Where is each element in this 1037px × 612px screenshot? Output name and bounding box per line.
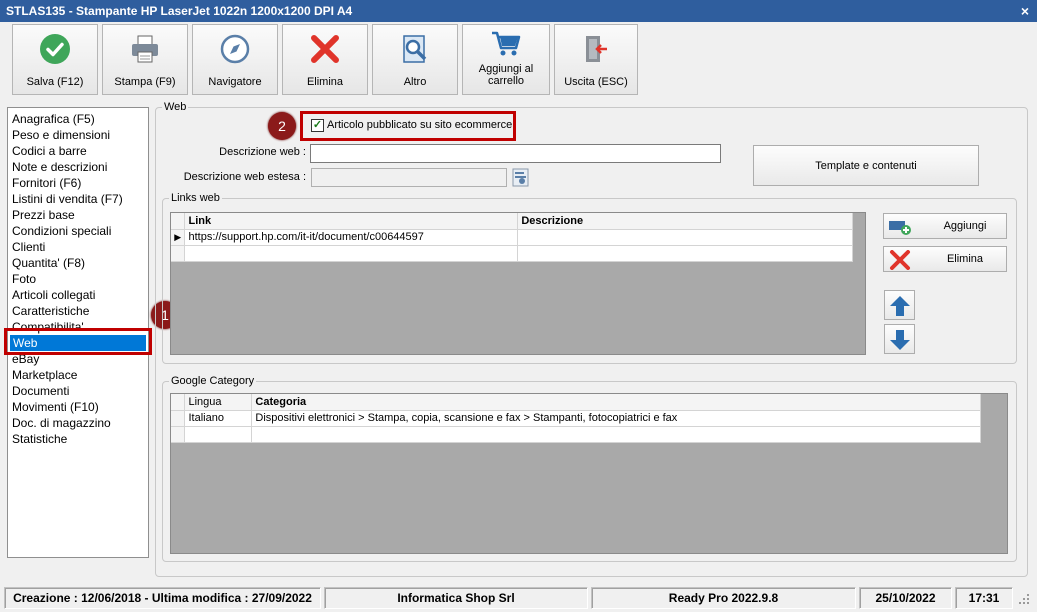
gc-col-categoria[interactable]: Categoria [251,394,981,411]
nav-item-condizioni[interactable]: Condizioni speciali [8,223,148,239]
status-company: Informatica Shop Srl [324,587,588,609]
edit-text-icon[interactable] [512,168,529,187]
save-label: Salva (F12) [26,76,84,88]
add-link-button[interactable]: Aggiungi [883,213,1007,239]
printer-icon [103,31,187,67]
web-group-title: Web [162,100,189,114]
google-category-grid: Lingua Categoria Italiano Dispositivi el… [170,393,1008,554]
exit-label: Uscita (ESC) [564,76,628,88]
nav-item-anagrafica[interactable]: Anagrafica (F5) [8,111,148,127]
print-label: Stampa (F9) [114,76,176,88]
window-title: STLAS135 - Stampante HP LaserJet 1022n 1… [6,4,353,18]
move-up-button[interactable] [884,290,915,320]
shopping-cart-icon [463,29,549,59]
more-label: Altro [403,76,427,88]
links-group-title: Links web [169,191,222,205]
toolbar: Salva (F12) Stampa (F9) Navigatore Elimi… [0,22,1037,98]
delete-button[interactable]: Elimina [282,24,368,95]
resize-grip-icon[interactable] [1017,592,1031,606]
gc-row-indicator [171,410,186,427]
nav-item-foto[interactable]: Foto [8,271,148,287]
nav-item-codici[interactable]: Codici a barre [8,143,148,159]
published-checkbox[interactable]: ✓ [311,119,324,132]
nav-item-fornitori[interactable]: Fornitori (F6) [8,175,148,191]
close-icon[interactable]: × [1021,0,1029,22]
nav-item-marketplace[interactable]: Marketplace [8,367,148,383]
status-date: 25/10/2022 [859,587,952,609]
current-row-arrow-icon: ▶ [171,229,186,246]
add-link-label: Aggiungi [943,220,987,232]
new-link-cell[interactable] [184,245,519,262]
nav-item-listini[interactable]: Listini di vendita (F7) [8,191,148,207]
step-badge-2: 2 [268,112,296,140]
descrizione-web-label: Descrizione web : [219,146,306,158]
x-delete-icon [889,250,911,273]
nav-item-prezzi[interactable]: Prezzi base [8,207,148,223]
nav-item-articoli-collegati[interactable]: Articoli collegati [8,287,148,303]
navigator-button[interactable]: Navigatore [192,24,278,95]
gc-row-indicator-new [171,426,186,443]
status-created: Creazione : 12/06/2018 - Ultima modifica… [4,587,321,609]
nav-item-documenti[interactable]: Documenti [8,383,148,399]
nav-item-quantita[interactable]: Quantita' (F8) [8,255,148,271]
google-category-title: Google Category [169,374,257,388]
nav-item-note[interactable]: Note e descrizioni [8,159,148,175]
status-bar: Creazione : 12/06/2018 - Ultima modifica… [0,584,1037,612]
published-checkbox-label[interactable]: Articolo pubblicato su sito ecommerce [327,119,512,132]
gc-new-categoria-cell[interactable] [251,426,981,443]
links-col-link[interactable]: Link [184,213,519,230]
nav-item-peso[interactable]: Peso e dimensioni [8,127,148,143]
delete-link-button[interactable]: Elimina [883,246,1007,272]
nav-item-movimenti[interactable]: Movimenti (F10) [8,399,148,415]
delete-link-label: Elimina [946,253,984,265]
status-time: 17:31 [955,587,1013,609]
nav-item-clienti[interactable]: Clienti [8,239,148,255]
document-search-icon [373,31,457,67]
links-col-descrizione[interactable]: Descrizione [517,213,853,230]
template-contenuti-button[interactable]: Template e contenuti [753,145,979,186]
link-descrizione-cell[interactable] [517,229,853,246]
link-cell[interactable]: https://support.hp.com/it-it/document/c0… [184,229,519,246]
print-button[interactable]: Stampa (F9) [102,24,188,95]
exit-door-icon [555,31,637,67]
nav-item-doc-magazzino[interactable]: Doc. di magazzino [8,415,148,431]
gc-row-indicator-header [171,394,186,411]
gc-new-lingua-cell[interactable] [184,426,253,443]
add-row-icon [888,218,912,239]
nav-item-caratteristiche[interactable]: Caratteristiche [8,303,148,319]
descrizione-web-input[interactable] [310,144,721,163]
arrow-up-icon [888,294,912,321]
add-to-cart-label: Aggiungi al carrello [478,63,534,87]
gc-lingua-cell[interactable]: Italiano [184,410,253,427]
navigator-label: Navigatore [208,76,262,88]
nav-item-statistiche[interactable]: Statistiche [8,431,148,447]
move-down-button[interactable] [884,324,915,354]
new-descrizione-cell[interactable] [517,245,853,262]
x-delete-icon [283,31,367,67]
status-version: Ready Pro 2022.9.8 [591,587,856,609]
window-titlebar: STLAS135 - Stampante HP LaserJet 1022n 1… [0,0,1037,22]
compass-icon [193,31,277,67]
descrizione-estesa-input[interactable] [311,168,507,187]
descrizione-estesa-label: Descrizione web estesa : [183,171,306,183]
links-grid: Link Descrizione ▶ https://support.hp.co… [170,212,866,355]
more-button[interactable]: Altro [372,24,458,95]
gc-categoria-cell[interactable]: Dispositivi elettronici > Stampa, copia,… [251,410,981,427]
web-highlight-box [4,328,152,355]
check-circle-icon [13,31,97,67]
row-indicator-new [171,245,186,262]
row-indicator-header [171,213,186,230]
add-to-cart-button[interactable]: Aggiungi al carrello [462,24,550,95]
delete-label: Elimina [306,76,344,88]
arrow-down-icon [888,328,912,355]
save-button[interactable]: Salva (F12) [12,24,98,95]
exit-button[interactable]: Uscita (ESC) [554,24,638,95]
gc-col-lingua[interactable]: Lingua [184,394,253,411]
